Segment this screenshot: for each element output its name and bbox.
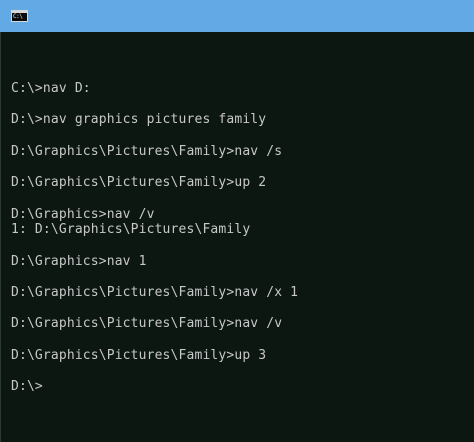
console-blank-line <box>11 128 298 144</box>
console-blank-line <box>11 269 298 285</box>
command-prompt-window: C:\ C:\>nav D: D:\>nav graphics pictures … <box>0 0 474 442</box>
console-blank-line <box>11 97 298 113</box>
console-line: D:\Graphics>nav 1 <box>11 253 147 269</box>
console-line: D:\Graphics\Pictures\Family>nav /v <box>11 316 283 332</box>
console-lines: C:\>nav D: D:\>nav graphics pictures fami… <box>11 81 298 395</box>
title-bar[interactable]: C:\ <box>0 0 474 32</box>
console-line: D:\Graphics\Pictures\Family>up 2 <box>11 175 267 191</box>
console-output-area[interactable]: C:\>nav D: D:\>nav graphics pictures fami… <box>0 32 474 442</box>
cmd-icon[interactable]: C:\ <box>11 10 28 22</box>
console-line: D:\Graphics\Pictures\Family>nav /x 1 <box>11 284 299 300</box>
console-blank-line <box>11 159 298 175</box>
console-line: D:\Graphics\Pictures\Family>nav /s <box>11 143 283 159</box>
console-blank-line <box>11 191 298 207</box>
console-line: D:\Graphics>nav /v <box>11 206 155 222</box>
cmd-icon-label: C:\ <box>13 13 23 20</box>
console-line: D:\>nav graphics pictures family <box>11 112 267 128</box>
console-line: D:\Graphics\Pictures\Family>up 3 <box>11 347 267 363</box>
console-blank-line <box>11 238 298 254</box>
console-line: D:\> <box>11 379 43 395</box>
console-blank-line <box>11 301 298 317</box>
console-blank-line <box>11 363 298 379</box>
console-blank-line <box>11 332 298 348</box>
console-line: 1: D:\Graphics\Pictures\Family <box>11 222 251 238</box>
console-line: C:\>nav D: <box>11 81 91 96</box>
